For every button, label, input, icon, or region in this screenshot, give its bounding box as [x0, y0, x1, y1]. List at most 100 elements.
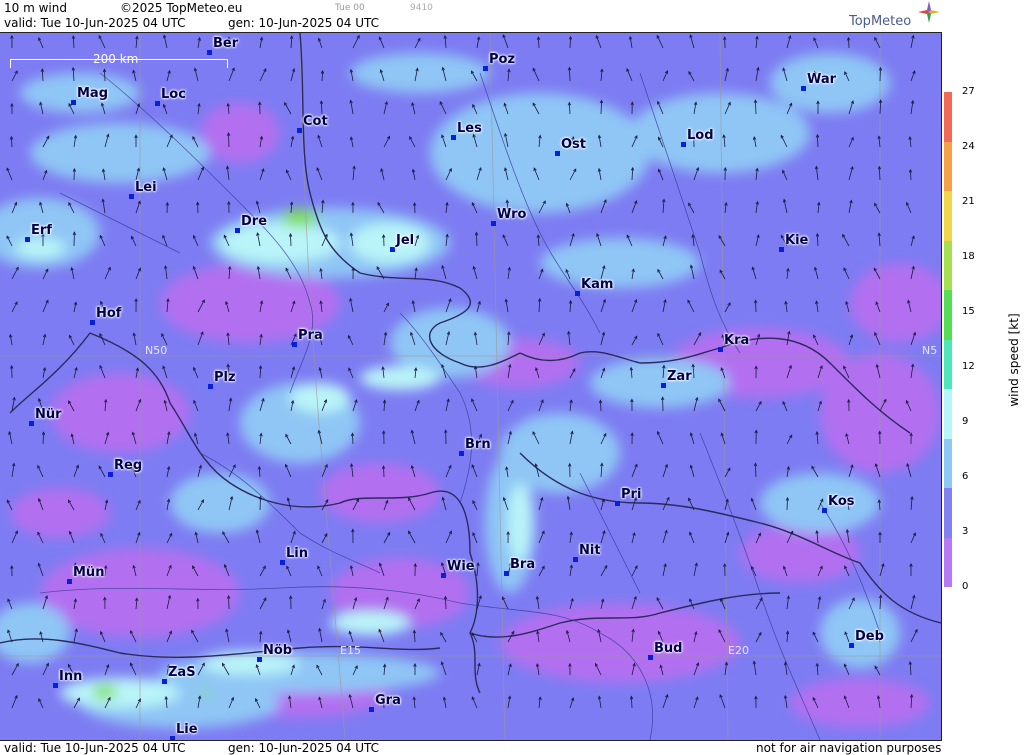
legend-color-segment	[944, 538, 952, 588]
city-marker	[390, 247, 395, 252]
city-label: Mag	[77, 86, 108, 101]
header-bar: 10 m wind ©2025 TopMeteo.eu Tue 00 9410 …	[0, 0, 942, 33]
city-label: Plz	[214, 370, 236, 385]
city-marker	[369, 707, 374, 712]
city-label: Jel	[396, 233, 414, 248]
city-marker	[162, 679, 167, 684]
city-marker	[108, 472, 113, 477]
lat-label-right: N5	[922, 344, 937, 357]
city-label: Bra	[510, 557, 535, 572]
legend-tick-label: 3	[962, 526, 968, 537]
city-marker	[661, 383, 666, 388]
legend-tick-label: 9	[962, 416, 968, 427]
topmeteo-logo: TopMeteo	[849, 14, 911, 29]
city-label: Nür	[35, 407, 62, 422]
city-marker	[67, 579, 72, 584]
city-label: Cot	[303, 114, 328, 129]
legend-tick-label: 12	[962, 361, 975, 372]
legend-color-segment	[944, 92, 952, 142]
city-marker	[801, 86, 806, 91]
city-marker	[208, 384, 213, 389]
city-marker	[555, 151, 560, 156]
disclaimer-text: not for air navigation purposes	[756, 741, 941, 755]
city-label: Deb	[855, 629, 884, 644]
legend-tick-label: 27	[962, 86, 975, 97]
city-marker	[615, 501, 620, 506]
city-marker	[235, 228, 240, 233]
city-marker	[491, 221, 496, 226]
city-label: Nöb	[263, 643, 292, 658]
legend-color-segment	[944, 241, 952, 291]
legend-tick-label: 15	[962, 306, 975, 317]
city-marker	[822, 508, 827, 513]
legend-color-segment	[944, 142, 952, 192]
city-marker	[155, 101, 160, 106]
copyright-text: ©2025 TopMeteo.eu	[120, 1, 242, 15]
city-label: Kra	[724, 333, 749, 348]
city-marker	[718, 347, 723, 352]
city-marker	[441, 573, 446, 578]
city-marker	[25, 237, 30, 242]
city-label: Reg	[114, 458, 142, 473]
footer-valid: valid: Tue 10-Jun-2025 04 UTC	[4, 741, 185, 755]
city-label: Pri	[621, 487, 641, 502]
product-title: 10 m wind	[4, 1, 67, 15]
city-marker	[257, 657, 262, 662]
lat-label-left: N50	[145, 344, 167, 357]
city-marker	[29, 421, 34, 426]
city-marker	[681, 142, 686, 147]
wind-arrow	[229, 133, 230, 147]
city-label: Lod	[687, 128, 714, 143]
wind-map[interactable]: 200 km N50 N5 E15 E20 BerPozWarMagLocCot…	[0, 33, 942, 740]
city-marker	[849, 643, 854, 648]
city-label: Gra	[375, 693, 401, 708]
valid-text: valid: Tue 10-Jun-2025 04 UTC	[4, 16, 185, 30]
wind-field-svg	[0, 33, 941, 740]
city-marker	[483, 66, 488, 71]
city-label: Ber	[213, 36, 238, 51]
legend-tick-label: 21	[962, 196, 975, 207]
wind-arrow	[880, 68, 881, 81]
city-label: Pra	[298, 328, 323, 343]
city-label: Wie	[447, 559, 475, 574]
footer-generated: gen: 10-Jun-2025 04 UTC	[228, 741, 379, 755]
city-label: Ost	[561, 137, 586, 152]
legend-color-segment	[944, 488, 952, 538]
city-label: Les	[457, 121, 482, 136]
city-label: Zar	[667, 369, 692, 384]
legend-color-segment	[944, 389, 952, 439]
city-marker	[90, 320, 95, 325]
footer-bar: valid: Tue 10-Jun-2025 04 UTC gen: 10-Ju…	[0, 740, 942, 755]
city-label: Dre	[241, 214, 267, 229]
legend-tick-label: 0	[962, 581, 968, 592]
city-label: Wro	[497, 207, 526, 222]
city-label: Loc	[161, 87, 186, 102]
wind-arrow	[291, 234, 292, 246]
legend-color-segment	[944, 290, 952, 340]
wind-arrow	[787, 498, 788, 510]
city-marker	[459, 451, 464, 456]
city-marker	[504, 571, 509, 576]
lon-label-20: E20	[728, 644, 749, 657]
city-label: Kam	[581, 277, 613, 292]
scale-bar-label: 200 km	[93, 52, 138, 66]
city-marker	[129, 194, 134, 199]
city-label: Lei	[135, 180, 157, 195]
wind-arrow	[849, 38, 850, 48]
city-label: Mün	[73, 565, 104, 580]
city-label: Lie	[176, 722, 198, 737]
city-label: Kos	[828, 494, 855, 509]
city-label: Lin	[286, 546, 308, 561]
compass-logo-icon	[918, 1, 940, 23]
legend-color-bar	[944, 92, 952, 587]
city-marker	[53, 683, 58, 688]
city-label: ZaS	[168, 665, 196, 680]
run-text: Tue 00	[335, 3, 365, 13]
legend-tick-label: 18	[962, 251, 975, 262]
lon-label-15: E15	[340, 644, 361, 657]
city-label: Nit	[579, 543, 601, 558]
city-marker	[207, 50, 212, 55]
wind-arrow	[260, 497, 261, 510]
city-marker	[575, 291, 580, 296]
legend-tick-label: 6	[962, 471, 968, 482]
